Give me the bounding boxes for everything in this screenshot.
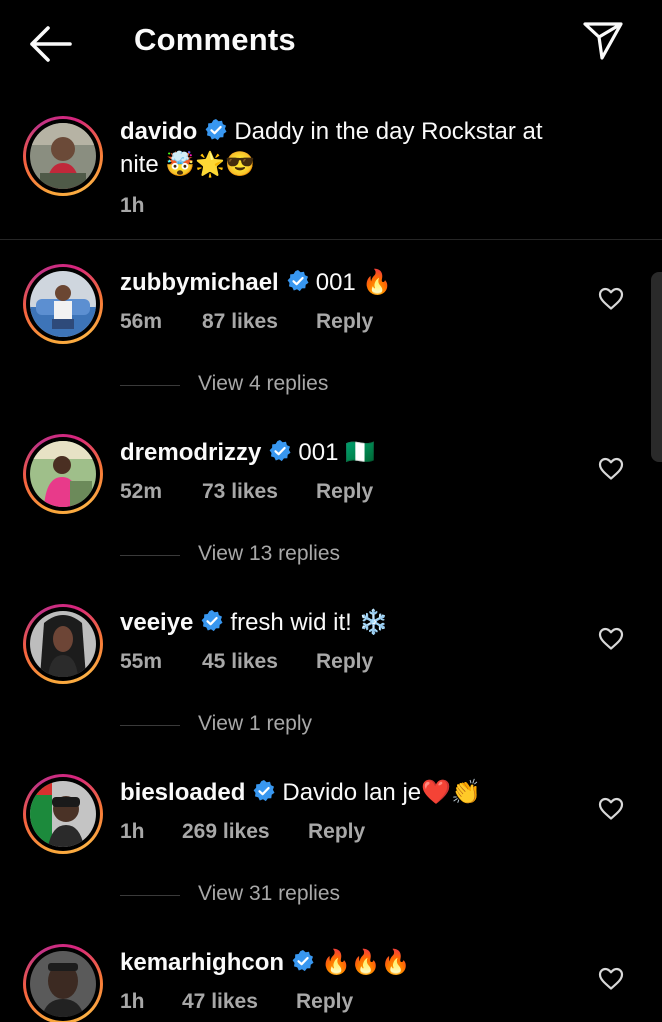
comment-text: 001 🇳🇬 [298,439,375,466]
heart-icon[interactable] [598,797,624,821]
comment-line: veeiye fresh wid it! ❄️ [120,608,388,637]
verified-badge-icon [202,610,223,632]
header: Comments [0,0,662,86]
comment-line: biesloaded Davido lan je❤️👏 [120,778,481,807]
back-button[interactable] [28,22,74,66]
caption-text-line1: Daddy in the day Rockstar at [234,118,543,145]
caption-avatar[interactable] [23,116,103,196]
reply-button[interactable]: Reply [316,310,373,334]
comment-line: dremodrizzy 001 🇳🇬 [120,438,375,467]
comment-username[interactable]: kemarhighcon [120,949,284,976]
caption-line-1: davido Daddy in the day Rockstar at [120,118,543,146]
comment-likes[interactable]: 45 likes [202,650,278,674]
reply-button[interactable]: Reply [316,650,373,674]
view-replies-label: View 4 replies [198,372,329,395]
comment-line: zubbymichael 001 🔥 [120,268,392,297]
avatar-image [30,271,96,337]
replies-line [120,725,180,726]
comment-username[interactable]: dremodrizzy [120,439,261,466]
comment-username[interactable]: biesloaded [120,779,245,806]
comment-likes[interactable]: 47 likes [182,990,258,1014]
caption-username[interactable]: davido [120,118,197,145]
comment-text: 🔥🔥🔥 [321,949,411,976]
page-title: Comments [134,22,296,57]
heart-icon[interactable] [598,457,624,481]
comment-avatar[interactable] [23,264,103,344]
verified-badge-icon [287,270,309,292]
avatar-image [30,123,96,189]
verified-badge-icon [205,119,227,141]
replies-line [120,895,180,896]
avatar-image [30,441,96,507]
avatar-image [30,951,96,1017]
reply-button[interactable]: Reply [316,480,373,504]
verified-badge-icon [292,950,314,972]
arrow-left-icon [30,26,72,62]
share-button[interactable] [580,20,626,62]
comment-username[interactable]: zubbymichael [120,269,279,296]
caption-text-line2: nite 🤯🌟😎 [120,151,256,178]
caption-line-2: nite 🤯🌟😎 [120,150,255,179]
reply-button[interactable]: Reply [296,990,353,1014]
comment-time: 52m [120,480,163,503]
comment-avatar[interactable] [23,434,103,514]
comment-time: 55m [120,650,163,673]
replies-line [120,555,180,556]
comment-text: 001 🔥 [315,269,393,296]
verified-badge-icon [253,780,275,802]
comment-time: 1h [120,820,145,843]
comments-screen: Comments davido Daddy in the day Rockstar… [0,0,662,1022]
caption-time: 1h [120,194,145,217]
heart-icon[interactable] [598,967,624,991]
comment-avatar[interactable] [23,604,103,684]
comment-line: kemarhighcon 🔥🔥🔥 [120,948,411,977]
view-replies-label: View 31 replies [198,882,341,905]
comment-username[interactable]: veeiye [120,609,193,636]
view-replies-label: View 13 replies [198,542,341,565]
comment-likes[interactable]: 87 likes [202,310,278,334]
comment-time: 56m [120,310,163,333]
comment-text: fresh wid it! ❄️ [230,609,389,636]
comment-likes[interactable]: 73 likes [202,480,278,504]
paper-plane-icon [583,22,623,60]
comment-likes[interactable]: 269 likes [182,820,270,844]
comment-avatar[interactable] [23,944,103,1022]
avatar-image [30,781,96,847]
comment-avatar[interactable] [23,774,103,854]
avatar-image [30,611,96,677]
comment-text: Davido lan je❤️👏 [282,779,481,806]
heart-icon[interactable] [598,627,624,651]
comment-time: 1h [120,990,145,1013]
view-replies-label: View 1 reply [198,712,313,735]
verified-badge-icon [269,440,291,462]
divider [0,239,662,240]
scrollbar[interactable] [651,272,662,462]
heart-icon[interactable] [598,287,624,311]
reply-button[interactable]: Reply [308,820,365,844]
replies-line [120,385,180,386]
